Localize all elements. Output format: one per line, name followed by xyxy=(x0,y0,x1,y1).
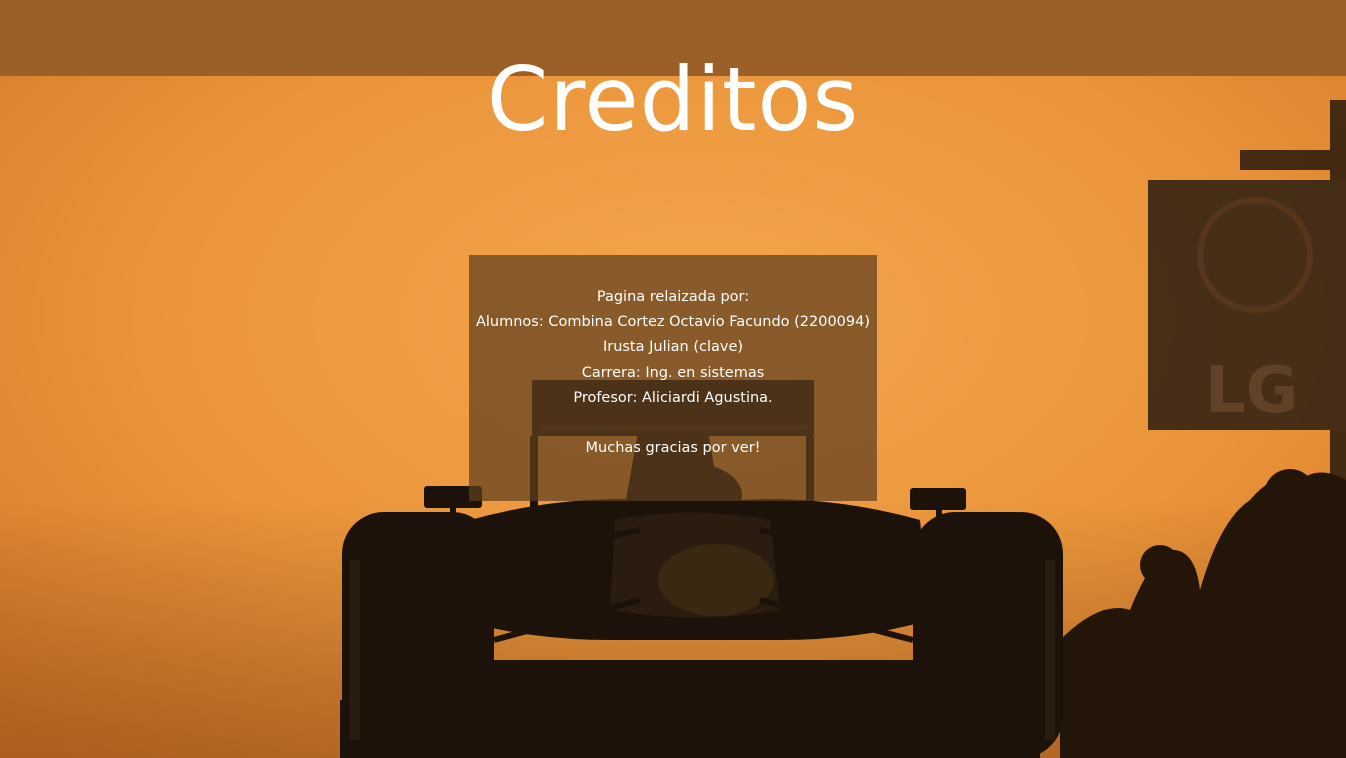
credits-panel: Pagina relaizada por: Alumnos: Combina C… xyxy=(469,255,877,501)
page-title: Creditos xyxy=(486,47,860,151)
credits-professor: Profesor: Aliciardi Agustina. xyxy=(573,389,773,406)
credits-thanks: Muchas gracias por ver! xyxy=(585,440,761,457)
credits-career: Carrera: Ing. en sistemas xyxy=(581,364,765,381)
credits-page: LG Creditos Pagina relaizada por: Alumno… xyxy=(0,0,1346,758)
credits-intro: Pagina relaizada por: xyxy=(596,289,750,305)
sign-logo: LG xyxy=(1205,354,1298,428)
credits-students: Alumnos: Combina Cortez Octavio Facundo … xyxy=(475,314,871,331)
credits-student-2: Irusta Julian (clave) xyxy=(602,339,744,356)
credits-spacer xyxy=(469,411,877,436)
